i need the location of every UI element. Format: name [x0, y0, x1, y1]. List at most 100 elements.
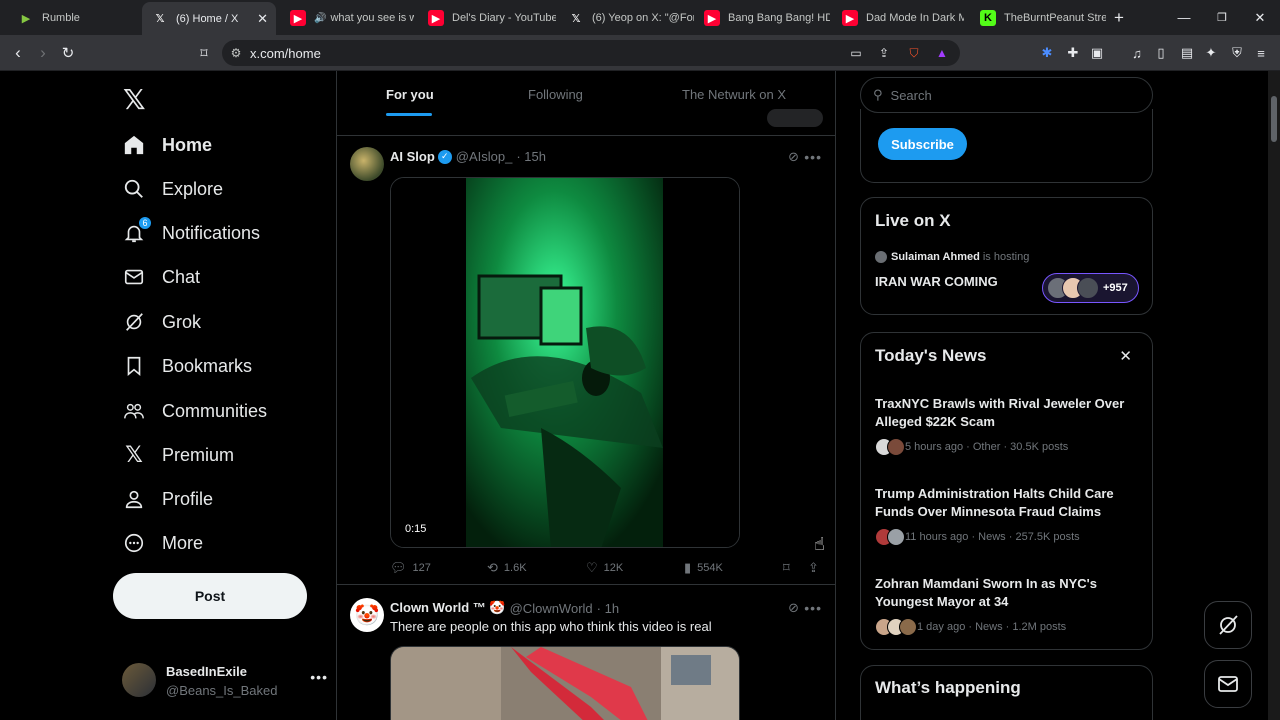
tab-title: TheBurntPeanut Strea — [1004, 12, 1106, 24]
grok-fab-icon[interactable] — [1204, 601, 1252, 649]
vpn-icon[interactable]: ⛨ — [1228, 44, 1246, 62]
space-listeners-button[interactable]: +957 — [1042, 273, 1139, 303]
whats-happening-card: What’s happening — [860, 665, 1153, 720]
browser-tab[interactable]: 𝕏 (6) Yeop on X: "@Fors — [560, 4, 694, 32]
tab-following[interactable]: Following — [528, 87, 583, 102]
media-icon[interactable]: ♫ — [1128, 44, 1146, 62]
reply-button[interactable]: 💬︎ 127 — [390, 560, 431, 576]
scrollbar-thumb[interactable] — [1271, 96, 1277, 142]
more-horizontal-icon[interactable]: ••• — [804, 600, 822, 616]
leo-ai-icon[interactable]: ✦ — [1202, 44, 1220, 62]
page-scrollbar[interactable] — [1268, 71, 1280, 720]
avatar[interactable] — [350, 147, 384, 181]
extension-icon[interactable]: ✱ — [1038, 44, 1056, 62]
browser-tab[interactable]: ▶ Bang Bang Bang! HD — [696, 4, 830, 32]
browser-tab[interactable]: ▶ Dad Mode In Dark M — [834, 4, 964, 32]
bell-icon: 6 — [122, 216, 152, 245]
nav-home[interactable]: Home — [122, 123, 212, 167]
todays-news-card: Today's News ✕ TraxNYC Brawls with Rival… — [860, 332, 1153, 650]
reload-icon[interactable]: ↻ — [55, 35, 81, 71]
site-settings-icon[interactable]: ⚙ — [222, 46, 250, 60]
sidebar-icon[interactable]: ▯ — [1152, 44, 1170, 62]
more-horizontal-icon[interactable]: ••• — [310, 669, 328, 685]
clown-avatar[interactable]: 🤡 — [350, 598, 384, 632]
more-horizontal-icon[interactable]: ••• — [804, 149, 822, 165]
avatar — [122, 663, 156, 697]
post-button[interactable]: Post — [113, 573, 307, 619]
nav-more[interactable]: More — [122, 521, 203, 565]
x-logo-icon[interactable]: 𝕏 — [123, 83, 146, 116]
subscribe-button[interactable]: Subscribe — [878, 128, 967, 160]
post-author-handle[interactable]: @AIslop_ — [456, 149, 513, 164]
primary-navigation: 𝕏 Home Explore 6 Notifications Chat Grok — [110, 71, 336, 720]
brave-shields-icon[interactable]: ⛉ — [905, 44, 923, 62]
extensions-puzzle-icon[interactable]: ✚ — [1064, 44, 1082, 62]
view-count: 554K — [697, 562, 723, 574]
account-switcher[interactable]: BasedInExile @Beans_Is_Baked ••• — [122, 661, 328, 701]
post[interactable]: AI Slop ✓ @AIslop_ · 15h ⊘ ••• 0:15 💬︎ 1… — [337, 137, 835, 585]
share-icon[interactable]: ⇪ — [875, 44, 893, 62]
url-text[interactable]: x.com/home — [250, 46, 321, 61]
browser-tab[interactable]: ▶ Del's Diary - YouTube — [420, 4, 556, 32]
post-author-name[interactable]: AI Slop — [390, 149, 435, 164]
views-button[interactable]: ▮ 554K — [684, 560, 723, 576]
bookmark-page-icon[interactable]: ⌑ — [191, 35, 217, 71]
browser-tab[interactable]: ▶ 🔊 what you see is w — [282, 4, 414, 32]
screenshot-icon[interactable]: ▣ — [1088, 44, 1106, 62]
nav-premium[interactable]: 𝕏 Premium — [122, 433, 234, 477]
wallet-icon[interactable]: ▤ — [1178, 44, 1196, 62]
nav-communities[interactable]: Communities — [122, 389, 267, 433]
new-tab-button[interactable]: + — [1100, 0, 1138, 35]
grok-icon[interactable]: ⊘ — [788, 149, 799, 165]
post[interactable]: 🤡 Clown World ™ 🤡 @ClownWorld · 1h ⊘ •••… — [337, 586, 835, 720]
cast-icon[interactable]: ▭ — [847, 44, 865, 62]
close-window-icon[interactable]: ✕ — [1241, 0, 1279, 35]
close-tab-icon[interactable]: ✕ — [249, 11, 276, 27]
space-title[interactable]: IRAN WAR COMING — [875, 274, 998, 289]
nav-notifications[interactable]: 6 Notifications — [122, 211, 260, 255]
nav-grok[interactable]: Grok — [122, 300, 201, 344]
news-item[interactable]: Trump Administration Halts Child Care Fu… — [875, 485, 1137, 546]
x-icon: 𝕏 — [155, 13, 165, 25]
post-time[interactable]: · 15h — [516, 149, 546, 164]
nav-chat[interactable]: Chat — [122, 255, 200, 299]
like-button[interactable]: ♡ 12K — [586, 560, 623, 576]
tab-for-you[interactable]: For you — [386, 87, 434, 102]
right-sidebar: Subscribe ⚲ Search Live on X Sulaiman Ah… — [860, 71, 1153, 720]
post-video[interactable]: 0:15 — [390, 177, 740, 548]
nav-explore[interactable]: Explore — [122, 167, 223, 211]
post-video[interactable] — [390, 646, 740, 720]
speaker-icon[interactable]: 🔊 — [314, 13, 326, 24]
home-icon — [122, 133, 146, 157]
search-input[interactable]: ⚲ Search — [860, 77, 1153, 113]
bookmark-button[interactable]: ⌑ — [783, 560, 796, 576]
news-item[interactable]: TraxNYC Brawls with Rival Jeweler Over A… — [875, 395, 1137, 456]
minimize-icon[interactable]: — — [1165, 0, 1203, 35]
nav-profile[interactable]: Profile — [122, 477, 213, 521]
browser-tab-active[interactable]: 𝕏 (6) Home / X ✕ — [142, 2, 276, 35]
nav-label: Communities — [162, 400, 268, 421]
share-button[interactable]: ⇪ — [808, 560, 825, 576]
tab-title: (6) Home / X — [176, 12, 239, 25]
news-item[interactable]: Zohran Mamdani Sworn In as NYC's Younges… — [875, 575, 1137, 636]
repost-button[interactable]: ⟲ 1.6K — [487, 560, 527, 576]
post-time[interactable]: · 1h — [597, 601, 619, 616]
back-icon[interactable]: ‹ — [5, 35, 31, 71]
premium-card: Subscribe — [860, 109, 1153, 183]
restore-icon[interactable]: ❐ — [1203, 0, 1241, 35]
views-chart-icon: ▮ — [684, 560, 692, 575]
messages-fab-icon[interactable] — [1204, 660, 1252, 708]
close-icon[interactable]: ✕ — [1119, 347, 1132, 365]
nav-bookmarks[interactable]: Bookmarks — [122, 344, 252, 388]
brave-rewards-icon[interactable]: ▲ — [933, 44, 951, 62]
browser-tab[interactable]: ▶ Rumble — [8, 4, 140, 32]
tab-the-netwurk[interactable]: The Netwurk on X — [682, 87, 786, 102]
space-host[interactable]: Sulaiman Ahmed is hosting — [875, 251, 1029, 263]
browser-tab[interactable]: K TheBurntPeanut Strea — [972, 4, 1106, 32]
post-author-name[interactable]: Clown World ™ 🤡 — [390, 600, 506, 616]
grok-icon[interactable]: ⊘ — [788, 600, 799, 616]
menu-icon[interactable]: ≡ — [1252, 44, 1270, 62]
forward-icon[interactable]: › — [30, 35, 56, 71]
post-author-handle[interactable]: @ClownWorld — [510, 601, 593, 616]
news-meta: 11 hours ago · News · 257.5K posts — [905, 531, 1080, 543]
